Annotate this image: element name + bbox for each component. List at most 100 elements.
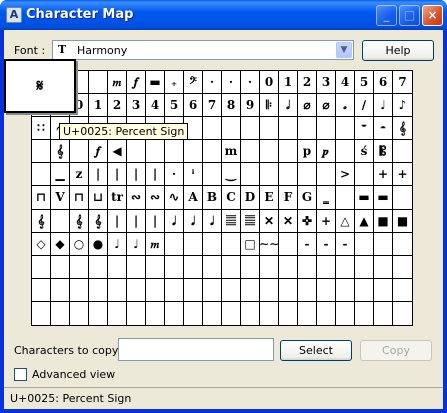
- character-cell[interactable]: [298, 255, 317, 279]
- character-cell[interactable]: ●: [89, 232, 108, 256]
- character-cell[interactable]: ✜: [298, 209, 317, 233]
- character-grid[interactable]: 𝆐𝆑▬₊𝄢···01234567890123456789𝄆𝅗𝅥⌀⌀𝅗∕♩♪∷𝄐𝄐…: [31, 70, 413, 326]
- character-cell[interactable]: [279, 117, 298, 141]
- character-cell[interactable]: ‗: [317, 186, 336, 210]
- character-cell[interactable]: [32, 255, 51, 279]
- character-cell[interactable]: 𝅘𝅥: [203, 209, 222, 233]
- character-cell[interactable]: [298, 163, 317, 187]
- character-cell[interactable]: p: [298, 140, 317, 164]
- character-map-app-icon[interactable]: A: [6, 7, 22, 23]
- character-cell[interactable]: 𝆑: [127, 71, 146, 95]
- character-cell[interactable]: 𝅗: [336, 94, 355, 118]
- character-cell[interactable]: ▬: [355, 186, 374, 210]
- character-cell[interactable]: 8: [222, 94, 241, 118]
- character-cell[interactable]: 𝄞: [89, 209, 108, 233]
- character-cell[interactable]: ·: [165, 163, 184, 187]
- character-cell[interactable]: [32, 140, 51, 164]
- character-cell[interactable]: [279, 255, 298, 279]
- character-cell[interactable]: [51, 209, 70, 233]
- character-cell[interactable]: ✕: [260, 209, 279, 233]
- character-cell[interactable]: [32, 163, 51, 187]
- character-cell[interactable]: 𝄚: [241, 209, 260, 233]
- character-cell[interactable]: [393, 302, 412, 325]
- character-cell[interactable]: ♩: [108, 232, 127, 256]
- character-cell[interactable]: [374, 255, 393, 279]
- character-cell[interactable]: [165, 140, 184, 164]
- character-cell[interactable]: 𝆐: [146, 232, 165, 256]
- character-cell[interactable]: [279, 301, 298, 325]
- character-cell[interactable]: [108, 278, 127, 302]
- character-cell[interactable]: [336, 186, 355, 210]
- character-cell[interactable]: |: [127, 209, 146, 233]
- character-cell[interactable]: m: [222, 140, 241, 164]
- character-cell[interactable]: [108, 301, 127, 325]
- character-cell[interactable]: ⊓: [70, 186, 89, 210]
- character-cell[interactable]: [89, 255, 108, 279]
- character-cell[interactable]: +: [393, 163, 412, 187]
- character-cell[interactable]: z: [70, 163, 89, 187]
- character-cell[interactable]: [336, 278, 355, 302]
- character-cell[interactable]: |: [127, 163, 146, 187]
- character-cell[interactable]: [260, 301, 279, 325]
- character-cell[interactable]: ∿: [165, 186, 184, 210]
- character-cell[interactable]: [241, 301, 260, 325]
- character-cell[interactable]: [127, 278, 146, 302]
- character-cell[interactable]: [222, 255, 241, 279]
- character-cell[interactable]: 6: [184, 94, 203, 118]
- character-cell[interactable]: [279, 140, 298, 164]
- character-cell[interactable]: V: [51, 186, 70, 210]
- character-cell[interactable]: [222, 278, 241, 302]
- character-cell[interactable]: [184, 278, 203, 302]
- character-cell[interactable]: |: [108, 209, 127, 233]
- character-cell[interactable]: [241, 117, 260, 141]
- character-cell[interactable]: 2: [298, 71, 317, 95]
- character-cell[interactable]: [203, 140, 222, 164]
- character-cell[interactable]: [203, 278, 222, 302]
- character-cell[interactable]: [317, 278, 336, 302]
- character-cell[interactable]: [355, 163, 374, 187]
- character-cell[interactable]: |: [108, 163, 127, 187]
- character-cell[interactable]: [355, 255, 374, 279]
- character-cell[interactable]: [146, 140, 165, 164]
- character-cell[interactable]: ·: [241, 71, 260, 95]
- character-cell[interactable]: 3: [317, 71, 336, 95]
- character-cell[interactable]: [165, 232, 184, 256]
- character-cell[interactable]: [127, 140, 146, 164]
- character-cell[interactable]: 𝅘𝅥: [165, 209, 184, 233]
- character-cell[interactable]: 𝄼: [374, 117, 393, 141]
- character-cell[interactable]: ○: [70, 232, 89, 256]
- character-cell[interactable]: [355, 278, 374, 302]
- character-cell[interactable]: 7: [393, 71, 412, 95]
- character-cell[interactable]: ⌀: [298, 94, 317, 118]
- character-cell[interactable]: 4: [146, 94, 165, 118]
- character-cell[interactable]: +: [317, 209, 336, 233]
- character-cell[interactable]: ⊓: [32, 186, 51, 210]
- character-cell[interactable]: [279, 278, 298, 302]
- character-cell[interactable]: >: [336, 163, 355, 187]
- character-cell[interactable]: ⊔: [89, 186, 108, 210]
- character-cell[interactable]: [108, 255, 127, 279]
- character-cell[interactable]: [260, 140, 279, 164]
- character-cell[interactable]: ∾: [146, 186, 165, 210]
- character-cell[interactable]: |: [89, 163, 108, 187]
- character-cell[interactable]: 7: [203, 94, 222, 118]
- character-cell[interactable]: [70, 301, 89, 325]
- character-cell[interactable]: ▲: [355, 209, 374, 233]
- character-cell[interactable]: ∕: [355, 94, 374, 118]
- character-cell[interactable]: G: [298, 186, 317, 210]
- character-cell[interactable]: B: [203, 186, 222, 210]
- character-cell[interactable]: -: [336, 232, 355, 256]
- character-cell[interactable]: 5: [165, 94, 184, 118]
- character-cell[interactable]: [203, 117, 222, 141]
- character-cell[interactable]: [393, 256, 412, 279]
- character-cell[interactable]: [165, 301, 184, 325]
- character-cell[interactable]: +: [374, 163, 393, 187]
- character-cell[interactable]: 𝄆: [260, 94, 279, 118]
- title-bar[interactable]: A Character Map _ □ ×: [0, 0, 447, 30]
- character-cell[interactable]: [184, 140, 203, 164]
- maximize-button[interactable]: □: [399, 5, 420, 26]
- character-cell[interactable]: ·: [203, 71, 222, 95]
- character-cell[interactable]: 2: [108, 94, 127, 118]
- select-button[interactable]: Select: [280, 340, 352, 361]
- character-cell[interactable]: ▁: [51, 163, 70, 187]
